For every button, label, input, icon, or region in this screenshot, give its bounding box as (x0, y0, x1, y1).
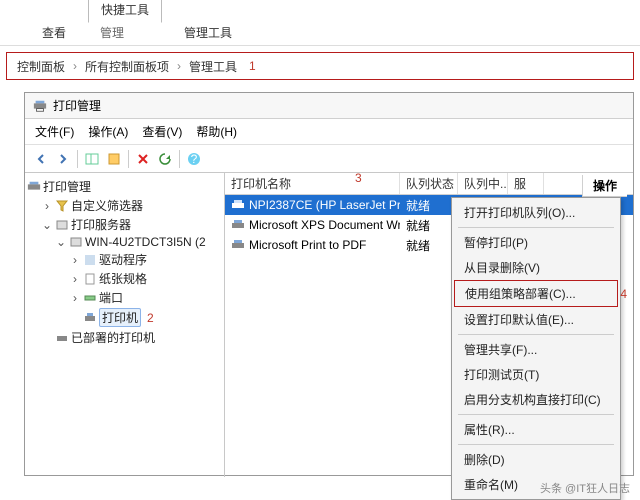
printer-name: Microsoft Print to PDF (249, 238, 366, 252)
tree-root[interactable]: 打印管理 (43, 178, 91, 195)
list-pane: 3 操作 打印机名称 队列状态 队列中... 服 NPI2387CE (HP L… (225, 173, 633, 477)
toolbar-divider (128, 150, 129, 168)
menu-view[interactable]: 查看(V) (142, 123, 182, 140)
col-server[interactable]: 服 (508, 173, 544, 194)
crumb-all-items[interactable]: 所有控制面板项 (81, 56, 173, 77)
sub-manage[interactable]: 管理 (88, 22, 162, 45)
crumb-admin-tools[interactable]: 管理工具 (185, 56, 241, 77)
expand-icon[interactable]: › (69, 253, 81, 267)
window-titlebar: 打印管理 (25, 93, 633, 119)
tree-filters[interactable]: 自定义筛选器 (71, 197, 143, 214)
list-header: 打印机名称 队列状态 队列中... 服 (225, 173, 633, 195)
toolbar: ? (25, 145, 633, 173)
tree-drivers[interactable]: 驱动程序 (99, 251, 147, 268)
tree-deployed[interactable]: 已部署的打印机 (71, 329, 155, 346)
refresh-icon[interactable] (155, 149, 175, 169)
ctx-test-page[interactable]: 打印测试页(T) (454, 362, 618, 387)
ctx-set-default[interactable]: 设置打印默认值(E)... (454, 307, 618, 332)
watermark: 头条 @IT狂人日志 (540, 480, 630, 496)
ctx-remove[interactable]: 从目录删除(V) (454, 255, 618, 280)
menu-action[interactable]: 操作(A) (88, 123, 128, 140)
tree-ports[interactable]: 端口 (99, 289, 123, 306)
tree-pane: 打印管理 ›自定义筛选器 ⌄打印服务器 ⌄WIN-4U2TDCT3I5N (2 … (25, 173, 225, 477)
chevron-right-icon: › (73, 59, 77, 73)
collapse-icon[interactable]: ⌄ (41, 218, 53, 232)
paper-icon (83, 272, 97, 286)
tree-printers[interactable]: 打印机 (99, 308, 141, 327)
ribbon: 查看 快捷工具 管理 管理工具 (0, 0, 640, 46)
printer-status: 就绪 (400, 215, 458, 236)
menu-separator (458, 227, 614, 228)
toolbar-divider (77, 150, 78, 168)
tab-quick-tools[interactable]: 快捷工具 (88, 0, 162, 23)
deployed-icon (55, 331, 69, 345)
ctx-open-queue[interactable]: 打开打印机队列(O)... (454, 200, 618, 225)
printer-icon (231, 199, 245, 211)
forward-icon[interactable] (53, 149, 73, 169)
driver-icon (83, 253, 97, 267)
help-icon[interactable]: ? (184, 149, 204, 169)
tree-server-name[interactable]: WIN-4U2TDCT3I5N (2 (85, 235, 206, 249)
tab-manage-tools[interactable]: 管理工具 (172, 20, 244, 45)
annotation-4: 4 (620, 287, 627, 301)
ctx-manage-share[interactable]: 管理共享(F)... (454, 337, 618, 362)
pane-icon[interactable] (82, 149, 102, 169)
expand-icon[interactable]: › (41, 199, 53, 213)
svg-text:?: ? (191, 152, 198, 166)
chevron-right-icon: › (177, 59, 181, 73)
annotation-3: 3 (355, 171, 362, 185)
workspace: 打印管理 ›自定义筛选器 ⌄打印服务器 ⌄WIN-4U2TDCT3I5N (2 … (25, 173, 633, 477)
funnel-icon (55, 199, 69, 213)
breadcrumb[interactable]: 控制面板 › 所有控制面板项 › 管理工具 1 (6, 52, 634, 80)
tree-print-servers[interactable]: 打印服务器 (71, 216, 131, 233)
crumb-control-panel[interactable]: 控制面板 (13, 56, 69, 77)
ctx-props[interactable]: 属性(R)... (454, 417, 618, 442)
menu-help[interactable]: 帮助(H) (196, 123, 237, 140)
printer-status: 就绪 (400, 235, 458, 256)
ctx-pause[interactable]: 暂停打印(P) (454, 230, 618, 255)
menu-separator (458, 414, 614, 415)
col-queue-status[interactable]: 队列状态 (400, 173, 458, 194)
back-icon[interactable] (31, 149, 51, 169)
menu-bar: 文件(F) 操作(A) 查看(V) 帮助(H) (25, 119, 633, 145)
ctx-delete[interactable]: 删除(D) (454, 447, 618, 472)
annotation-1: 1 (249, 59, 256, 73)
printer-name: Microsoft XPS Document Wr... (249, 218, 400, 232)
menu-separator (458, 334, 614, 335)
collapse-icon[interactable]: ⌄ (55, 235, 67, 249)
annotation-2: 2 (147, 311, 154, 325)
printer-status: 就绪 (400, 195, 458, 216)
printer-icon (231, 239, 245, 251)
no-expand (69, 311, 81, 325)
printer-name: NPI2387CE (HP LaserJet Prof... (249, 198, 400, 212)
col-in-queue[interactable]: 队列中... (458, 173, 508, 194)
printer-icon (83, 311, 97, 325)
expand-icon[interactable]: › (69, 272, 81, 286)
menu-file[interactable]: 文件(F) (35, 123, 74, 140)
server-icon (55, 218, 69, 232)
col-printer-name[interactable]: 打印机名称 (225, 173, 400, 194)
tree-paper[interactable]: 纸张规格 (99, 270, 147, 287)
no-expand (41, 331, 53, 345)
window-title: 打印管理 (53, 97, 101, 114)
expand-icon[interactable]: › (69, 291, 81, 305)
server-icon (69, 235, 83, 249)
toolbar-divider (179, 150, 180, 168)
menu-separator (458, 444, 614, 445)
printer-icon (33, 99, 47, 113)
port-icon (83, 291, 97, 305)
delete-icon[interactable] (133, 149, 153, 169)
printer-icon (231, 219, 245, 231)
context-menu: 打开打印机队列(O)... 暂停打印(P) 从目录删除(V) 使用组策略部署(C… (451, 197, 621, 500)
export-icon[interactable] (104, 149, 124, 169)
printer-icon (27, 180, 41, 194)
col-actions[interactable]: 操作 (582, 175, 627, 197)
ctx-deploy-gp[interactable]: 使用组策略部署(C)... (454, 280, 618, 307)
ctx-branch[interactable]: 启用分支机构直接打印(C) (454, 387, 618, 412)
print-management-window: 打印管理 文件(F) 操作(A) 查看(V) 帮助(H) ? 打印管理 › 自定义… (24, 92, 634, 476)
tab-view[interactable]: 查看 (30, 20, 78, 45)
